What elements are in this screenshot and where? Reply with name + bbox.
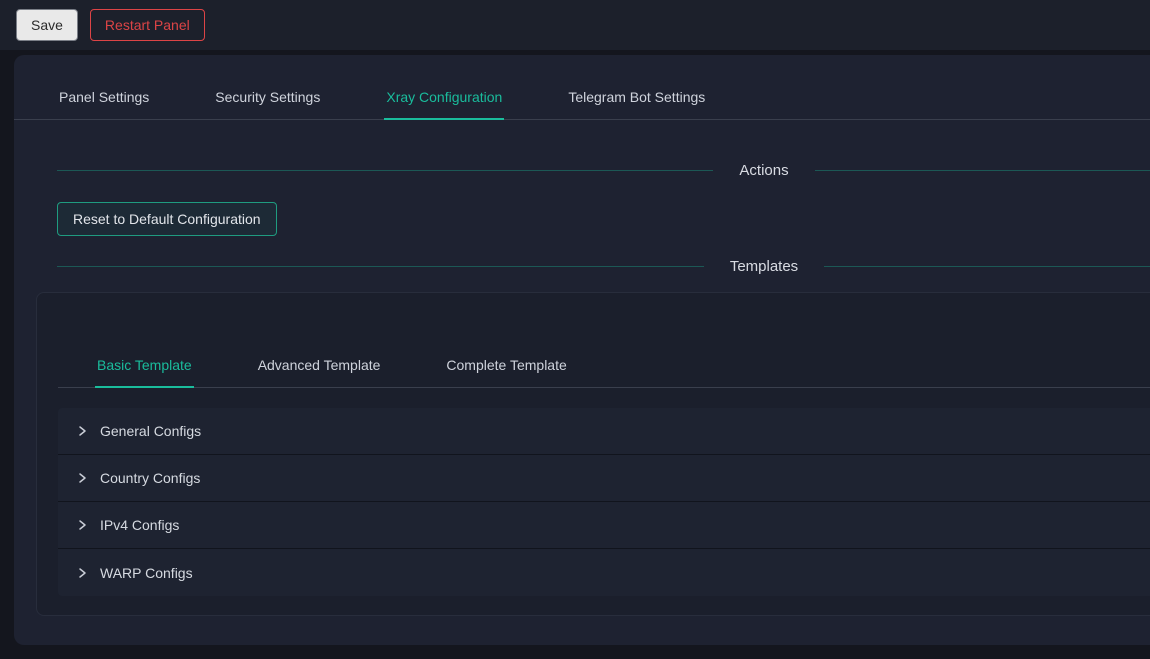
config-accordion: General Configs Country Configs IPv4 Con…	[58, 408, 1150, 596]
accordion-item-label: IPv4 Configs	[100, 517, 179, 533]
templates-section-title: Templates	[704, 258, 824, 275]
templates-divider: Templates	[57, 258, 1150, 275]
reset-default-configuration-button[interactable]: Reset to Default Configuration	[57, 202, 277, 236]
tab-basic-template[interactable]: Basic Template	[95, 351, 194, 388]
settings-card: Panel Settings Security Settings Xray Co…	[14, 55, 1150, 645]
chevron-right-icon	[76, 567, 88, 579]
actions-section-title: Actions	[713, 162, 814, 179]
divider-line	[57, 170, 713, 171]
accordion-item-label: Country Configs	[100, 470, 200, 486]
accordion-item-label: General Configs	[100, 423, 201, 439]
accordion-item-country-configs[interactable]: Country Configs	[58, 455, 1150, 502]
accordion-item-warp-configs[interactable]: WARP Configs	[58, 549, 1150, 596]
tab-complete-template[interactable]: Complete Template	[444, 351, 568, 387]
divider-line	[57, 266, 704, 267]
tab-advanced-template[interactable]: Advanced Template	[256, 351, 383, 387]
restart-panel-button[interactable]: Restart Panel	[90, 9, 205, 41]
accordion-item-label: WARP Configs	[100, 565, 193, 581]
template-tabbar: Basic Template Advanced Template Complet…	[58, 351, 1150, 388]
actions-divider: Actions	[57, 162, 1150, 179]
accordion-item-ipv4-configs[interactable]: IPv4 Configs	[58, 502, 1150, 549]
top-bar: Save Restart Panel	[0, 0, 1150, 50]
tab-panel-settings[interactable]: Panel Settings	[57, 83, 151, 119]
tab-telegram-bot-settings[interactable]: Telegram Bot Settings	[566, 83, 707, 119]
chevron-right-icon	[76, 425, 88, 437]
templates-card: Basic Template Advanced Template Complet…	[36, 292, 1150, 616]
divider-line	[815, 170, 1150, 171]
settings-tabbar: Panel Settings Security Settings Xray Co…	[14, 83, 1150, 120]
divider-line	[824, 266, 1150, 267]
tab-xray-configuration[interactable]: Xray Configuration	[384, 83, 504, 120]
save-button[interactable]: Save	[16, 9, 78, 41]
chevron-right-icon	[76, 519, 88, 531]
chevron-right-icon	[76, 472, 88, 484]
tab-security-settings[interactable]: Security Settings	[213, 83, 322, 119]
accordion-item-general-configs[interactable]: General Configs	[58, 408, 1150, 455]
